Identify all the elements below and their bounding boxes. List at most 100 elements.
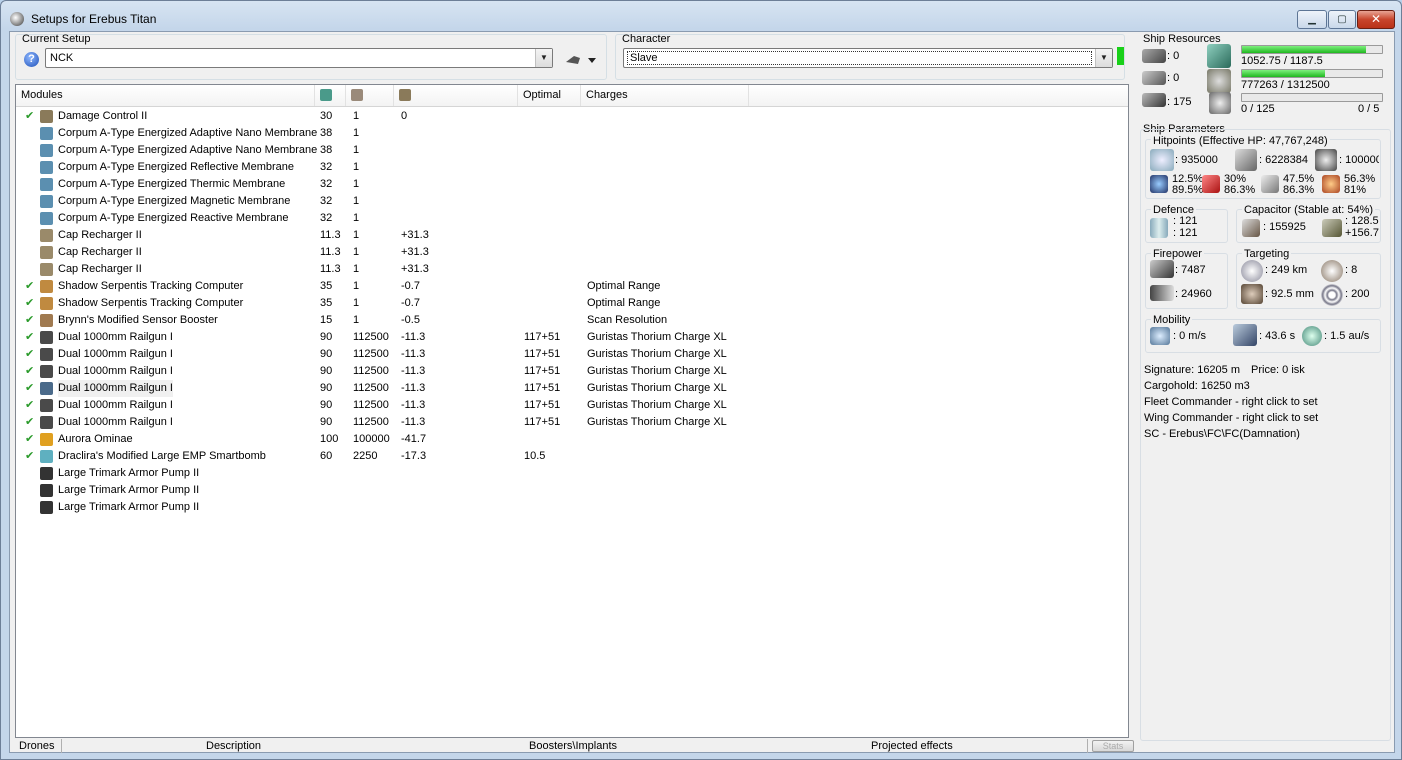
module-charges: Guristas Thorium Charge XL (587, 331, 727, 343)
calibration-icon (1142, 93, 1166, 107)
module-icon (40, 501, 53, 514)
chevron-down-icon[interactable]: ▼ (1095, 49, 1112, 67)
targeting-label: Targeting (1242, 248, 1292, 260)
squad-commander[interactable]: SC - Erebus\FC\FC(Damnation) (1144, 428, 1300, 440)
col-powergrid[interactable] (346, 85, 394, 106)
module-fitted-check: ✔ (25, 433, 35, 445)
module-cpu: 38 (320, 144, 333, 156)
module-optimal: 117+51 (524, 331, 561, 343)
chevron-down-icon[interactable]: ▼ (535, 49, 552, 67)
module-icon (40, 348, 53, 361)
table-row[interactable]: ✔ Shadow Serpentis Tracking Computer 35 1 -0… (16, 278, 1128, 295)
table-row[interactable]: ✔ Dual 1000mm Railgun I 90 112500 -11.3 117+5… (16, 397, 1128, 414)
table-row[interactable]: Corpum A-Type Energized Magnetic Membran… (16, 193, 1128, 210)
table-row[interactable]: ✔ Brynn's Modified Sensor Booster 15 1 -0.5 S… (16, 312, 1128, 329)
table-row[interactable]: ✔ Dual 1000mm Railgun I 90 112500 -11.3 117+5… (16, 363, 1128, 380)
table-row[interactable]: ✔ Dual 1000mm Railgun I 90 112500 -11.3 117+5… (16, 346, 1128, 363)
module-name: Cap Recharger II (58, 246, 142, 258)
module-icon (40, 467, 53, 480)
table-row[interactable]: Cap Recharger II 11.3 1 +31.3 (16, 244, 1128, 261)
module-charges: Scan Resolution (587, 314, 668, 326)
modules-grid[interactable]: Modules Optimal Charges ✔ Damage Control … (15, 84, 1129, 738)
table-row[interactable]: Large Trimark Armor Pump II (16, 499, 1128, 516)
hitpoints-label: Hitpoints (Effective HP: 47,767,248) (1151, 135, 1330, 147)
module-charges: Guristas Thorium Charge XL (587, 416, 727, 428)
cargohold: Cargohold: 16250 m3 (1144, 380, 1250, 392)
module-cpu: 38 (320, 127, 333, 139)
close-button[interactable]: ✕ (1357, 10, 1395, 29)
col-cpu[interactable] (315, 85, 346, 106)
module-cpu: 11.3 (320, 246, 341, 258)
module-name: Large Trimark Armor Pump II (58, 484, 200, 496)
targeting-range-icon (1241, 260, 1263, 282)
table-row[interactable]: Corpum A-Type Energized Adaptive Nano Me… (16, 125, 1128, 142)
col-charges[interactable]: Charges (581, 85, 749, 106)
module-powergrid: 1 (353, 144, 360, 156)
module-cpu: 35 (320, 297, 333, 309)
module-name: Cap Recharger II (58, 263, 142, 275)
max-targets: : 8 (1345, 264, 1358, 276)
module-powergrid: 112500 (353, 365, 389, 377)
table-row[interactable]: ✔ Draclira's Modified Large EMP Smartbomb… (16, 448, 1128, 465)
module-capacitor: +31.3 (401, 246, 429, 258)
col-capacitor[interactable] (394, 85, 518, 106)
module-cpu: 11.3 (320, 263, 341, 275)
setup-select[interactable]: NCK ▼ (45, 48, 553, 68)
character-select[interactable]: Slave ▼ (623, 48, 1113, 68)
grid-header: Modules Optimal Charges (16, 85, 1128, 107)
table-row[interactable]: Large Trimark Armor Pump II (16, 482, 1128, 499)
tab-divider (61, 739, 62, 753)
table-row[interactable]: Corpum A-Type Energized Reactive Membran… (16, 210, 1128, 227)
help-icon[interactable]: ? (24, 52, 39, 67)
module-name: Cap Recharger II (58, 229, 142, 241)
module-powergrid: 1 (353, 178, 360, 190)
signature: Signature: 16205 m (1144, 364, 1241, 376)
table-row[interactable]: Corpum A-Type Energized Thermic Membrane… (16, 176, 1128, 193)
stats-button[interactable]: Stats (1092, 740, 1134, 752)
max-targets-icon (1321, 260, 1343, 282)
table-row[interactable]: Cap Recharger II 11.3 1 +31.3 (16, 261, 1128, 278)
table-row[interactable]: ✔ Dual 1000mm Railgun I 90 112500 -11.3 117+5… (16, 414, 1128, 431)
module-icon (40, 263, 53, 276)
module-name: Corpum A-Type Energized Adaptive Nano Me… (58, 144, 318, 156)
module-icon (40, 365, 53, 378)
table-row[interactable]: Corpum A-Type Energized Reflective Membr… (16, 159, 1128, 176)
table-row[interactable]: ✔ Shadow Serpentis Tracking Computer 35 1 -0… (16, 295, 1128, 312)
table-row[interactable]: Cap Recharger II 11.3 1 +31.3 (16, 227, 1128, 244)
module-name: Corpum A-Type Energized Adaptive Nano Me… (58, 127, 318, 139)
module-fitted-check: ✔ (25, 280, 35, 292)
module-name: Shadow Serpentis Tracking Computer (58, 280, 244, 292)
tab-boosters-implants[interactable]: Boosters\Implants (529, 738, 617, 754)
module-icon (40, 484, 53, 497)
module-capacitor: -11.3 (401, 416, 426, 428)
module-name: Aurora Ominae (58, 433, 133, 445)
maximize-button[interactable]: ▢ (1328, 10, 1356, 29)
table-row[interactable]: ✔ Dual 1000mm Railgun I 90 112500 -11.3 117+5… (16, 329, 1128, 346)
table-row[interactable]: ✔ Damage Control II 30 1 0 (16, 108, 1128, 125)
ship-menu-icon[interactable] (564, 52, 598, 68)
powergrid-icon (1207, 69, 1231, 93)
minimize-button[interactable]: ▁ (1297, 10, 1327, 29)
module-cpu: 90 (320, 382, 333, 394)
table-row[interactable]: ✔ Dual 1000mm Railgun I 90 112500 -11.3 117+5… (16, 380, 1128, 397)
turret-slots: : 0 (1167, 50, 1180, 62)
module-powergrid: 112500 (353, 416, 389, 428)
module-icon (40, 195, 53, 208)
table-row[interactable]: Corpum A-Type Energized Adaptive Nano Me… (16, 142, 1128, 159)
module-cpu: 35 (320, 280, 333, 292)
tab-projected-effects[interactable]: Projected effects (871, 738, 953, 754)
table-row[interactable]: ✔ Aurora Ominae 100 100000 -41.7 (16, 431, 1128, 448)
col-modules[interactable]: Modules (16, 85, 315, 106)
col-optimal[interactable]: Optimal (518, 85, 581, 106)
em-resist-icon (1150, 175, 1168, 193)
table-row[interactable]: Large Trimark Armor Pump II (16, 465, 1128, 482)
cpu-icon (320, 89, 332, 102)
fleet-commander[interactable]: Fleet Commander - right click to set (1144, 396, 1318, 408)
wing-commander[interactable]: Wing Commander - right click to set (1144, 412, 1318, 424)
module-capacitor: -0.5 (401, 314, 420, 326)
defence-value-1: : 121 (1173, 215, 1198, 227)
tab-description[interactable]: Description (206, 738, 261, 754)
module-icon (40, 331, 53, 344)
tab-drones[interactable]: Drones (19, 738, 54, 754)
speed-icon (1150, 327, 1170, 345)
